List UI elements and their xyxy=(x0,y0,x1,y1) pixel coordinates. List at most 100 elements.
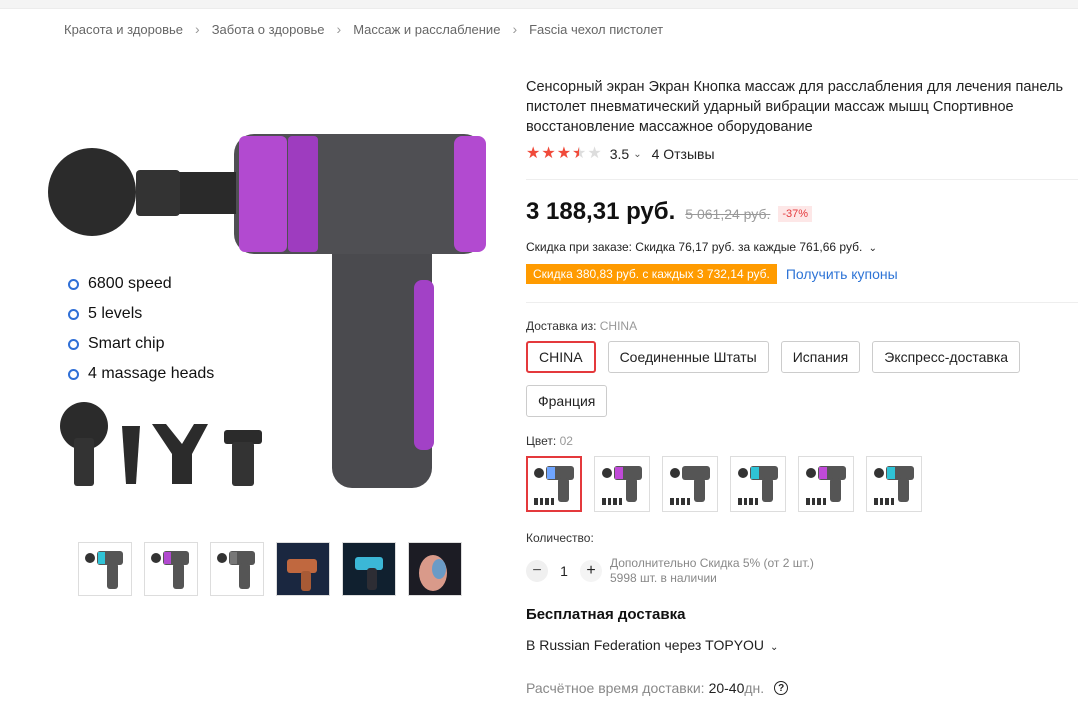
feature-list: 6800 speed 5 levels Smart chip 4 massage… xyxy=(68,269,214,389)
massage-gun-swatch-image xyxy=(874,466,914,505)
rating-score[interactable]: 3.5 xyxy=(610,146,629,162)
get-coupons-link[interactable]: Получить купоны xyxy=(786,266,898,282)
lifestyle-thumb-image xyxy=(277,543,329,595)
feature-item: 4 massage heads xyxy=(68,359,214,389)
feature-text: 6800 speed xyxy=(88,275,172,292)
top-bar xyxy=(0,0,1078,9)
bullet-icon xyxy=(68,278,79,290)
star-empty-icon: ★ xyxy=(587,145,602,162)
feature-text: 4 massage heads xyxy=(88,365,215,382)
ship-from-label: Доставка из: CHINA xyxy=(526,319,637,333)
divider xyxy=(526,302,1078,303)
chevron-down-icon[interactable]: ⌄ xyxy=(633,149,641,160)
ship-from-value: CHINA xyxy=(599,319,638,333)
rating-summary: ★ ★ ★ ★ ★ 3.5 ⌄ 4 Отзывы xyxy=(526,146,715,163)
color-swatch-5[interactable] xyxy=(798,456,854,512)
massage-gun-thumb-image xyxy=(217,551,255,589)
color-swatch-1[interactable] xyxy=(526,456,582,512)
ship-option-express[interactable]: Экспресс-доставка xyxy=(872,341,1021,373)
ship-option-usa[interactable]: Соединенные Штаты xyxy=(607,341,769,373)
bullet-icon xyxy=(68,308,79,320)
delivery-time-label: Расчётное время доставки: xyxy=(526,680,705,696)
lifestyle-thumb-image xyxy=(343,543,395,595)
massage-gun-swatch-image xyxy=(806,466,846,505)
breadcrumb-item-current[interactable]: Fascia чехол пистолет xyxy=(529,22,663,37)
delivery-time-unit: дн. xyxy=(744,680,765,696)
color-label-text: Цвет: xyxy=(526,434,557,448)
quantity-minus-button[interactable]: − xyxy=(526,560,548,582)
breadcrumb-item-health[interactable]: Забота о здоровье xyxy=(212,22,325,37)
extra-discount-text: Дополнительно Скидка 5% (от 2 шт.) xyxy=(610,556,814,570)
chevron-right-icon: › xyxy=(195,21,200,37)
ship-option-france[interactable]: Франция xyxy=(526,385,608,417)
coupon-row: Скидка 380,83 руб. с каждых 3 732,14 руб… xyxy=(526,264,898,284)
ship-option-china[interactable]: CHINA xyxy=(526,341,596,373)
color-swatch-4[interactable] xyxy=(730,456,786,512)
massage-gun-swatch-image xyxy=(670,466,710,505)
help-icon[interactable]: ? xyxy=(774,681,789,695)
feature-item: 5 levels xyxy=(68,299,214,329)
thumbnail-3[interactable] xyxy=(210,542,264,596)
color-swatch-2[interactable] xyxy=(594,456,650,512)
current-price: 3 188,31 руб. xyxy=(526,198,676,225)
bullet-icon xyxy=(68,368,79,380)
color-swatch-3[interactable] xyxy=(662,456,718,512)
thumbnail-6[interactable] xyxy=(408,542,462,596)
color-value: 02 xyxy=(559,434,573,448)
quantity-plus-button[interactable]: + xyxy=(580,560,602,582)
order-discount[interactable]: Скидка при заказе: Скидка 76,17 руб. за … xyxy=(526,240,877,254)
thumbnail-5[interactable] xyxy=(342,542,396,596)
product-title: Сенсорный экран Экран Кнопка массаж для … xyxy=(526,79,1064,135)
chevron-down-icon: ⌄ xyxy=(868,243,878,254)
feature-item: 6800 speed xyxy=(68,269,214,299)
thumbnail-2[interactable] xyxy=(144,542,198,596)
divider xyxy=(526,179,1078,180)
breadcrumb-item-massage[interactable]: Массаж и расслабление xyxy=(353,22,500,37)
quantity-info: Дополнительно Скидка 5% (от 2 шт.) 5998 … xyxy=(610,556,814,586)
bullet-icon xyxy=(68,338,79,350)
rating-stars: ★ ★ ★ ★ ★ xyxy=(526,146,602,162)
order-discount-text: Скидка при заказе: Скидка 76,17 руб. за … xyxy=(526,240,863,254)
quantity-label: Количество: xyxy=(526,531,594,545)
feature-text: Smart chip xyxy=(88,335,165,352)
color-label: Цвет: 02 xyxy=(526,434,573,448)
quantity-value[interactable]: 1 xyxy=(548,563,580,579)
star-icon: ★ xyxy=(541,145,556,162)
shipping-route-text: В Russian Federation через TOPYOU xyxy=(526,637,765,653)
color-swatches xyxy=(526,456,922,512)
discount-badge: -37% xyxy=(778,206,813,222)
ship-from-label-text: Доставка из: xyxy=(526,319,597,333)
lifestyle-thumb-image xyxy=(409,543,461,595)
chevron-right-icon: › xyxy=(336,21,342,37)
thumbnail-4[interactable] xyxy=(276,542,330,596)
stock-text: 5998 шт. в наличии xyxy=(610,571,717,585)
thumbnail-1[interactable] xyxy=(78,542,132,596)
free-shipping-title: Бесплатная доставка xyxy=(526,606,686,623)
feature-text: 5 levels xyxy=(88,305,143,322)
delivery-time: Расчётное время доставки: 20-40 дн. ? xyxy=(526,680,789,696)
reviews-link[interactable]: 4 Отзывы xyxy=(652,146,715,162)
massage-gun-swatch-image xyxy=(738,466,778,505)
massage-gun-swatch-image xyxy=(534,466,574,505)
breadcrumb-item-beauty[interactable]: Красота и здоровье xyxy=(64,22,183,37)
chevron-right-icon: › xyxy=(512,21,518,37)
thumbnail-strip xyxy=(78,542,462,596)
ship-option-spain[interactable]: Испания xyxy=(780,341,861,373)
feature-item: Smart chip xyxy=(68,329,214,359)
massage-gun-swatch-image xyxy=(602,466,642,505)
quantity-row: − 1 + Дополнительно Скидка 5% (от 2 шт.)… xyxy=(526,556,814,586)
delivery-time-value: 20-40 xyxy=(708,680,745,696)
star-half-icon: ★ xyxy=(572,145,587,162)
massage-gun-thumb-image xyxy=(85,551,123,589)
breadcrumb: Красота и здоровье › Забота о здоровье ›… xyxy=(64,21,663,37)
star-icon: ★ xyxy=(526,145,541,162)
shipping-route[interactable]: В Russian Federation через TOPYOU ⌄ xyxy=(526,637,778,653)
chevron-down-icon: ⌄ xyxy=(769,642,779,653)
star-icon: ★ xyxy=(556,145,572,162)
coupon-badge: Скидка 380,83 руб. с каждых 3 732,14 руб… xyxy=(526,264,777,284)
price-row: 3 188,31 руб. 5 061,24 руб. -37% xyxy=(526,198,813,226)
old-price: 5 061,24 руб. xyxy=(685,206,771,222)
ship-from-options: CHINA Соединенные Штаты Испания Экспресс… xyxy=(526,341,1066,417)
color-swatch-6[interactable] xyxy=(866,456,922,512)
massage-gun-thumb-image xyxy=(151,551,189,589)
